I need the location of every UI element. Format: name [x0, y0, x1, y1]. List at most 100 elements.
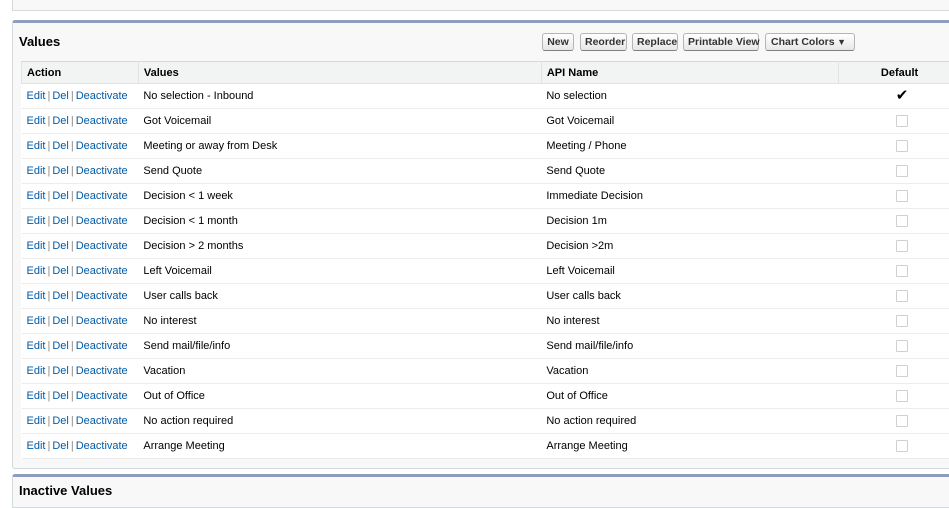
unchecked-box-icon [896, 365, 908, 377]
new-button[interactable]: New [542, 33, 574, 51]
deactivate-link[interactable]: Deactivate [76, 190, 128, 202]
unchecked-box-icon [896, 290, 908, 302]
delete-link[interactable]: Del [52, 140, 69, 152]
edit-link[interactable]: Edit [27, 290, 46, 302]
edit-link[interactable]: Edit [27, 265, 46, 277]
deactivate-link[interactable]: Deactivate [76, 265, 128, 277]
deactivate-link[interactable]: Deactivate [76, 440, 128, 452]
table-row: Edit|Del|DeactivateSend QuoteSend Quote [22, 159, 949, 184]
edit-link[interactable]: Edit [27, 190, 46, 202]
deactivate-link[interactable]: Deactivate [76, 240, 128, 252]
row-actions: Edit|Del|Deactivate [22, 284, 139, 309]
table-row: Edit|Del|DeactivateVacationVacation [22, 359, 949, 384]
default-cell [839, 284, 949, 309]
deactivate-link[interactable]: Deactivate [76, 390, 128, 402]
default-cell: ✔ [839, 84, 949, 109]
deactivate-link[interactable]: Deactivate [76, 290, 128, 302]
unchecked-box-icon [896, 440, 908, 452]
table-row: Edit|Del|DeactivateDecision < 1 monthDec… [22, 209, 949, 234]
default-cell [839, 259, 949, 284]
api-name-cell: No action required [541, 409, 838, 434]
deactivate-link[interactable]: Deactivate [76, 90, 128, 102]
deactivate-link[interactable]: Deactivate [76, 115, 128, 127]
separator: | [69, 215, 76, 227]
table-row: Edit|Del|DeactivateGot VoicemailGot Voic… [22, 109, 949, 134]
default-cell [839, 109, 949, 134]
edit-link[interactable]: Edit [27, 140, 46, 152]
edit-link[interactable]: Edit [27, 215, 46, 227]
edit-link[interactable]: Edit [27, 90, 46, 102]
default-cell [839, 334, 949, 359]
delete-link[interactable]: Del [52, 415, 69, 427]
value-cell: No action required [138, 409, 541, 434]
unchecked-box-icon [896, 315, 908, 327]
delete-link[interactable]: Del [52, 290, 69, 302]
column-header-api-name: API Name [541, 62, 838, 84]
reorder-button[interactable]: Reorder [580, 33, 627, 51]
edit-link[interactable]: Edit [27, 365, 46, 377]
row-actions: Edit|Del|Deactivate [22, 359, 139, 384]
deactivate-link[interactable]: Deactivate [76, 215, 128, 227]
separator: | [69, 265, 76, 277]
delete-link[interactable]: Del [52, 390, 69, 402]
deactivate-link[interactable]: Deactivate [76, 165, 128, 177]
edit-link[interactable]: Edit [27, 390, 46, 402]
api-name-cell: Send mail/file/info [541, 334, 838, 359]
edit-link[interactable]: Edit [27, 340, 46, 352]
api-name-cell: Send Quote [541, 159, 838, 184]
separator: | [69, 90, 76, 102]
value-cell: No selection - Inbound [138, 84, 541, 109]
deactivate-link[interactable]: Deactivate [76, 315, 128, 327]
unchecked-box-icon [896, 265, 908, 277]
default-cell [839, 309, 949, 334]
delete-link[interactable]: Del [52, 190, 69, 202]
edit-link[interactable]: Edit [27, 440, 46, 452]
delete-link[interactable]: Del [52, 215, 69, 227]
delete-link[interactable]: Del [52, 240, 69, 252]
unchecked-box-icon [896, 215, 908, 227]
header-row: Action Values API Name Default [22, 62, 949, 84]
section-title: Values [19, 34, 60, 49]
edit-link[interactable]: Edit [27, 240, 46, 252]
table-row: Edit|Del|DeactivateSend mail/file/infoSe… [22, 334, 949, 359]
deactivate-link[interactable]: Deactivate [76, 415, 128, 427]
delete-link[interactable]: Del [52, 90, 69, 102]
delete-link[interactable]: Del [52, 165, 69, 177]
delete-link[interactable]: Del [52, 440, 69, 452]
api-name-cell: Decision >2m [541, 234, 838, 259]
printable-view-button[interactable]: Printable View [683, 33, 759, 51]
edit-link[interactable]: Edit [27, 315, 46, 327]
row-actions: Edit|Del|Deactivate [22, 109, 139, 134]
api-name-cell: Arrange Meeting [541, 434, 838, 459]
chart-colors-select[interactable]: Chart Colors ▼ [765, 33, 855, 51]
value-cell: Out of Office [138, 384, 541, 409]
default-cell [839, 434, 949, 459]
separator: | [69, 290, 76, 302]
separator: | [69, 115, 76, 127]
table-row: Edit|Del|DeactivateNo action requiredNo … [22, 409, 949, 434]
delete-link[interactable]: Del [52, 265, 69, 277]
table-row: Edit|Del|DeactivateArrange MeetingArrang… [22, 434, 949, 459]
delete-link[interactable]: Del [52, 315, 69, 327]
api-name-cell: Immediate Decision [541, 184, 838, 209]
separator: | [69, 140, 76, 152]
deactivate-link[interactable]: Deactivate [76, 340, 128, 352]
api-name-cell: Left Voicemail [541, 259, 838, 284]
deactivate-link[interactable]: Deactivate [76, 140, 128, 152]
values-table: Action Values API Name Default Edit|Del|… [21, 61, 949, 459]
delete-link[interactable]: Del [52, 115, 69, 127]
column-header-default: Default [839, 62, 949, 84]
delete-link[interactable]: Del [52, 365, 69, 377]
unchecked-box-icon [896, 190, 908, 202]
row-actions: Edit|Del|Deactivate [22, 134, 139, 159]
delete-link[interactable]: Del [52, 340, 69, 352]
row-actions: Edit|Del|Deactivate [22, 209, 139, 234]
edit-link[interactable]: Edit [27, 415, 46, 427]
edit-link[interactable]: Edit [27, 165, 46, 177]
api-name-cell: Vacation [541, 359, 838, 384]
checkmark-icon: ✔ [896, 87, 909, 104]
replace-button[interactable]: Replace [632, 33, 678, 51]
table-row: Edit|Del|DeactivateDecision > 2 monthsDe… [22, 234, 949, 259]
edit-link[interactable]: Edit [27, 115, 46, 127]
deactivate-link[interactable]: Deactivate [76, 365, 128, 377]
